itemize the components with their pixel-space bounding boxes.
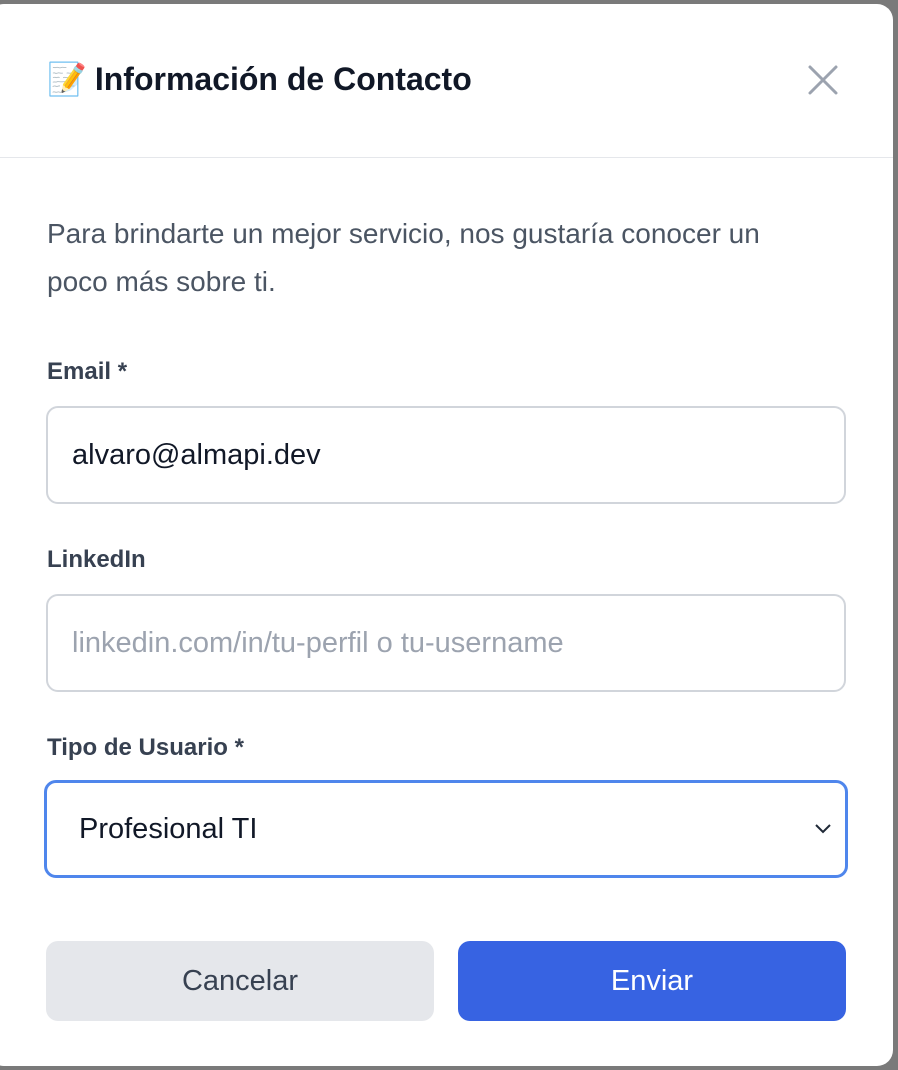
dialog-title-text: Información de Contacto bbox=[94, 60, 472, 97]
linkedin-label: LinkedIn bbox=[47, 546, 146, 573]
dialog-header: 📝 Información de Contacto bbox=[0, 4, 893, 158]
user-type-select[interactable]: Profesional TI bbox=[44, 780, 848, 878]
email-input[interactable] bbox=[46, 406, 846, 504]
submit-button[interactable]: Enviar bbox=[458, 941, 846, 1021]
dialog-description: Para brindarte un mejor servicio, nos gu… bbox=[47, 218, 760, 297]
user-type-selected: Profesional TI bbox=[79, 812, 258, 845]
dialog-title: 📝 Información de Contacto bbox=[47, 60, 472, 98]
user-type-label: Tipo de Usuario * bbox=[47, 734, 244, 761]
contact-info-dialog: 📝 Información de Contacto Para brindarte… bbox=[0, 4, 893, 1066]
cancel-button[interactable]: Cancelar bbox=[46, 941, 434, 1021]
close-button[interactable] bbox=[805, 62, 841, 98]
memo-icon: 📝 bbox=[47, 61, 87, 97]
email-label: Email * bbox=[47, 358, 128, 385]
close-icon bbox=[808, 65, 838, 95]
chevron-down-icon bbox=[815, 824, 831, 834]
linkedin-input[interactable] bbox=[46, 594, 846, 692]
